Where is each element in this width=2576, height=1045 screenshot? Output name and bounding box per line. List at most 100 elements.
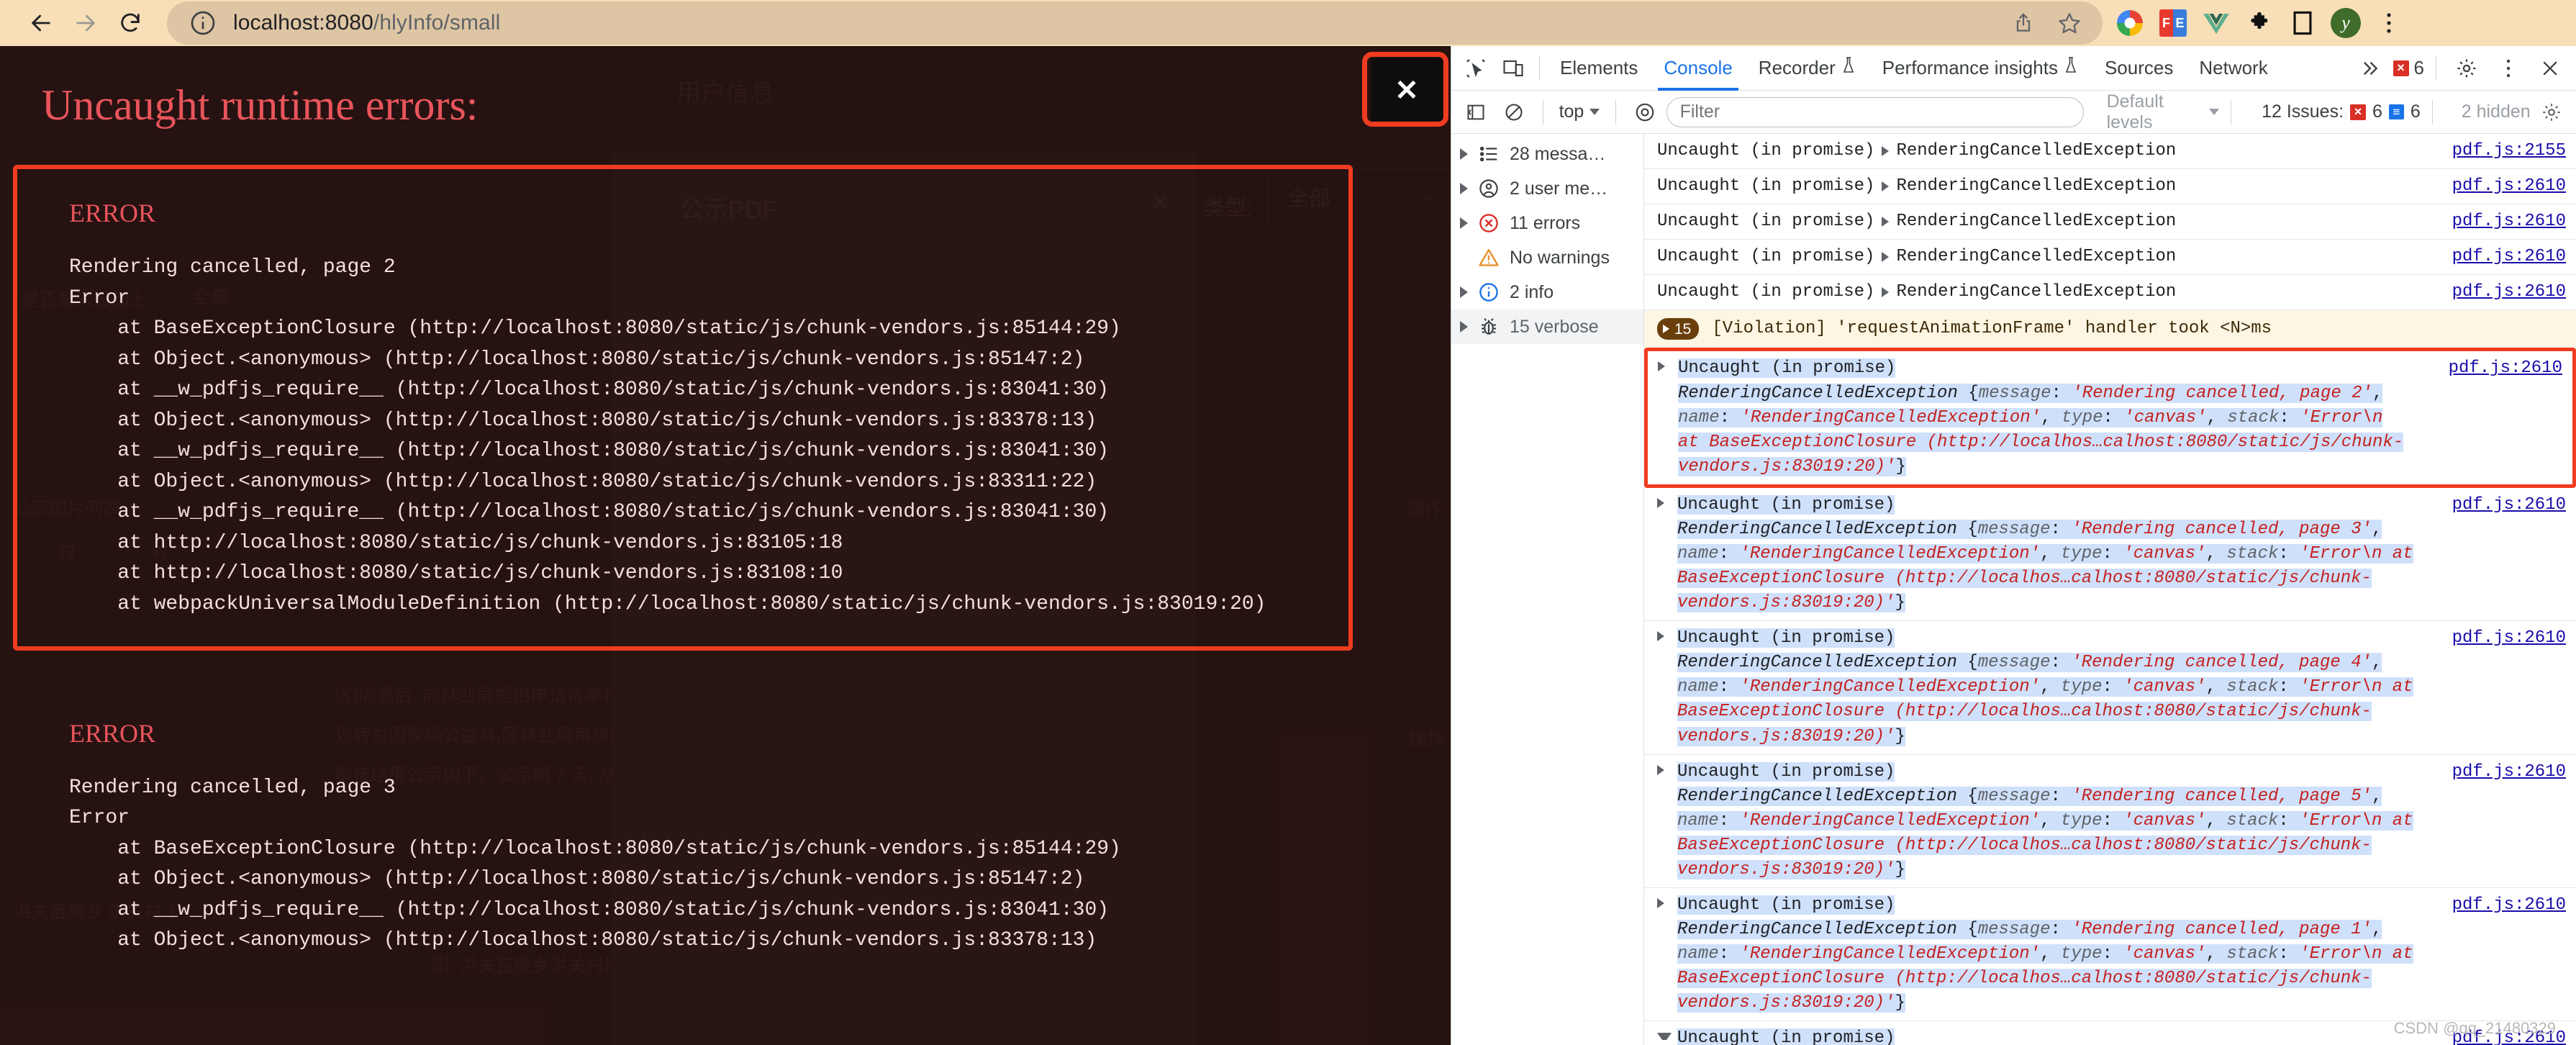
divider	[2432, 100, 2433, 125]
avatar[interactable]: y	[2326, 3, 2366, 43]
tab-console[interactable]: Console	[1651, 46, 1745, 91]
source-link[interactable]: pdf.js:2610	[2452, 893, 2566, 918]
console-exception-name: RenderingCancelledException	[1896, 139, 2176, 163]
source-link[interactable]: pdf.js:2610	[2452, 760, 2566, 784]
tab-performance-insights[interactable]: Performance insights	[1869, 46, 2092, 91]
console-message-object[interactable]: Uncaught (in promise)RenderingCancelledE…	[1644, 755, 2576, 888]
sidebar-item-no-warnings[interactable]: No warnings	[1451, 240, 1643, 275]
runtime-error-title: Uncaught runtime errors:	[42, 81, 1451, 130]
execution-context-select[interactable]: top	[1555, 101, 1605, 122]
address-bar[interactable]: localhost:8080/hlyInfo/small	[167, 1, 2103, 45]
console-message-simple[interactable]: Uncaught (in promise)RenderingCancelledE…	[1644, 204, 2576, 240]
expand-arrow-icon[interactable]	[1657, 1033, 1672, 1045]
expand-arrow-icon[interactable]	[1882, 217, 1889, 227]
sidebar-item-2-info[interactable]: 2 info	[1451, 275, 1643, 309]
violation-count: 15	[1674, 319, 1691, 340]
expand-arrow-icon[interactable]	[1882, 287, 1889, 297]
inspect-element-icon[interactable]	[1457, 50, 1495, 87]
avatar-letter: y	[2331, 8, 2361, 38]
chevron-double-right-icon[interactable]	[2351, 50, 2389, 87]
source-link[interactable]: pdf.js:2155	[2452, 139, 2566, 163]
expand-arrow-icon[interactable]	[1882, 181, 1889, 191]
issues-error-badge-icon: ×	[2350, 104, 2366, 120]
console-message-simple[interactable]: Uncaught (in promise)RenderingCancelledE…	[1644, 134, 2576, 169]
issues-label: 12 Issues:	[2262, 101, 2344, 122]
source-link[interactable]: pdf.js:2610	[2452, 174, 2566, 199]
expand-arrow-icon[interactable]	[1882, 146, 1889, 156]
console-message-simple[interactable]: Uncaught (in promise)RenderingCancelledE…	[1644, 275, 2576, 310]
expand-arrow-icon[interactable]	[1657, 765, 1672, 775]
tab-sources[interactable]: Sources	[2092, 46, 2186, 91]
tab-recorder[interactable]: Recorder	[1746, 46, 1869, 91]
source-link[interactable]: pdf.js:2610	[2452, 626, 2566, 651]
console-message-object[interactable]: Uncaught (in promise)RenderingCancelledE…	[1644, 621, 2576, 754]
expand-arrow-icon[interactable]	[1882, 252, 1889, 262]
console-message-simple[interactable]: Uncaught (in promise)RenderingCancelledE…	[1644, 240, 2576, 275]
fe-extension-icon[interactable]: FE	[2153, 3, 2193, 43]
chevron-right-icon	[1460, 321, 1468, 332]
forward-arrow-icon[interactable]	[63, 1, 108, 45]
console-message-violation[interactable]: 15 [Violation] 'requestAnimationFrame' ha…	[1644, 310, 2576, 348]
sidebar-item-11-errors[interactable]: 11 errors	[1451, 206, 1643, 240]
sidebar-item-15-verbose[interactable]: 15 verbose	[1451, 309, 1643, 344]
issues-info-count: 6	[2411, 101, 2421, 122]
source-link[interactable]: pdf.js:2610	[2452, 280, 2566, 304]
expand-arrow-icon[interactable]	[1657, 498, 1672, 508]
expand-arrow-icon[interactable]	[1658, 361, 1672, 371]
violation-text: [Violation] 'requestAnimationFrame' hand…	[1712, 317, 2272, 341]
tab-network[interactable]: Network	[2186, 46, 2280, 91]
extensions-puzzle-icon[interactable]	[2239, 3, 2280, 43]
screenshot-root: localhost:8080/hlyInfo/small FE	[0, 0, 2576, 1045]
devtools-error-badge[interactable]: × 6	[2393, 57, 2424, 79]
sidebar-item-label: 11 errors	[1510, 213, 1580, 234]
expand-arrow-icon[interactable]	[1657, 631, 1672, 641]
console-settings-gear-icon[interactable]	[2535, 94, 2569, 131]
log-levels-label: Default levels	[2107, 91, 2204, 133]
console-message-text: Uncaught (in promise)RenderingCancelledE…	[1657, 209, 2567, 234]
sidebar-item-28-messa[interactable]: 28 messa…	[1451, 137, 1643, 171]
chevron-right-icon	[1460, 286, 1468, 298]
gear-icon[interactable]	[2448, 50, 2485, 87]
violation-count-badge[interactable]: 15	[1657, 318, 1699, 340]
bug-icon	[1477, 315, 1501, 339]
console-message-simple[interactable]: Uncaught (in promise)RenderingCancelledE…	[1644, 169, 2576, 204]
console-message-prefix: Uncaught (in promise)	[1677, 495, 1895, 515]
site-info-icon[interactable]	[189, 9, 217, 37]
issues-summary[interactable]: 12 Issues: × 6 ≡ 6	[2262, 101, 2421, 122]
console-message-object[interactable]: Uncaught (in promise)RenderingCancelledE…	[1644, 348, 2576, 487]
reading-list-icon[interactable]	[2282, 3, 2323, 43]
devtools-panel: ElementsConsoleRecorderPerformance insig…	[1451, 46, 2576, 1045]
three-dot-menu-icon[interactable]	[2369, 3, 2409, 43]
three-dot-menu-icon[interactable]	[2490, 50, 2527, 87]
bookmark-star-icon[interactable]	[2049, 3, 2090, 43]
clear-console-icon[interactable]	[1497, 94, 1530, 131]
live-expression-eye-icon[interactable]	[1628, 94, 1661, 131]
console-sidebar-toggle-icon[interactable]	[1459, 94, 1492, 131]
back-arrow-icon[interactable]	[19, 1, 63, 45]
close-icon[interactable]	[2531, 50, 2569, 87]
log-levels-select[interactable]: Default levels	[2107, 91, 2220, 133]
source-link[interactable]: pdf.js:2610	[2452, 209, 2566, 234]
expand-arrow-icon[interactable]	[1657, 898, 1672, 908]
info-circle-icon	[1477, 280, 1501, 304]
sidebar-item-2-user-me[interactable]: 2 user me…	[1451, 171, 1643, 206]
fe-icon-right-letter: E	[2173, 9, 2187, 37]
sidebar-item-label: 28 messa…	[1510, 144, 1605, 165]
vue-devtools-icon[interactable]	[2196, 3, 2236, 43]
share-icon[interactable]	[2003, 3, 2044, 43]
source-link[interactable]: pdf.js:2610	[2449, 356, 2562, 381]
chrome-logo-icon[interactable]	[2110, 3, 2150, 43]
filter-input[interactable]	[1666, 97, 2084, 127]
device-toolbar-icon[interactable]	[1495, 50, 1532, 87]
reload-icon[interactable]	[108, 1, 153, 45]
runtime-error-label: ERROR	[69, 198, 1348, 228]
console-exception-name: RenderingCancelledException	[1896, 245, 2176, 269]
console-message-text: Uncaught (in promise)RenderingCancelledE…	[1657, 174, 2567, 199]
source-link[interactable]: pdf.js:2610	[2452, 493, 2566, 517]
console-message-object[interactable]: Uncaught (in promise)RenderingCancelledE…	[1644, 488, 2576, 621]
console-message-list: Uncaught (in promise) RenderingCancelledE…	[1644, 134, 2576, 1045]
source-link[interactable]: pdf.js:2610	[2452, 245, 2566, 269]
console-message-object[interactable]: Uncaught (in promise)RenderingCancelledE…	[1644, 888, 2576, 1021]
tab-elements[interactable]: Elements	[1547, 46, 1651, 91]
overlay-close-button[interactable]: ✕	[1371, 58, 1443, 124]
